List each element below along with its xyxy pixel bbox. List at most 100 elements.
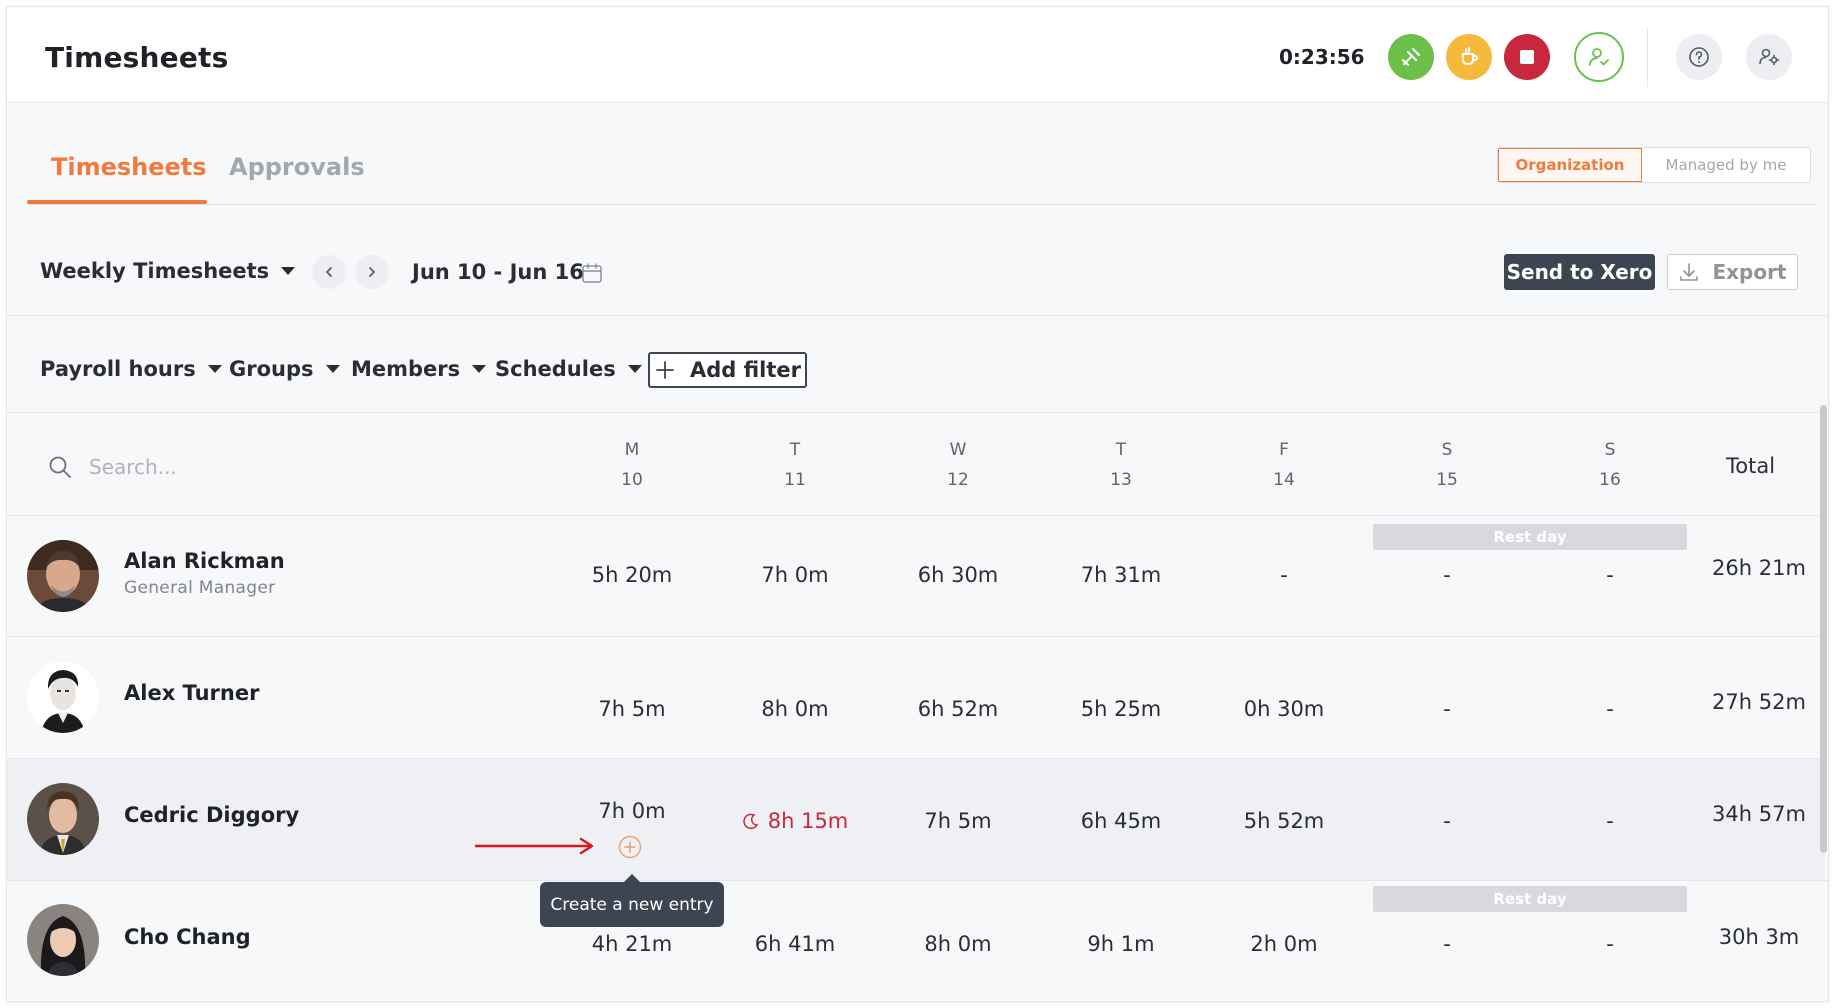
hours-cell[interactable]: 2h 0m bbox=[1204, 932, 1364, 956]
hours-cell[interactable]: 7h 0m bbox=[715, 563, 875, 587]
hours-cell[interactable]: 6h 45m bbox=[1041, 809, 1201, 833]
stop-timer-button[interactable] bbox=[1504, 34, 1550, 80]
send-to-xero-button[interactable]: Send to Xero bbox=[1504, 254, 1655, 290]
rest-day-badge: Rest day bbox=[1373, 886, 1687, 912]
hours-cell[interactable]: 5h 52m bbox=[1204, 809, 1364, 833]
hours-cell[interactable]: 6h 41m bbox=[715, 932, 875, 956]
day-number: 13 bbox=[1110, 470, 1132, 490]
hours-cell[interactable]: 8h 0m bbox=[715, 697, 875, 721]
hours-cell[interactable]: 8h 0m bbox=[878, 932, 1038, 956]
scope-toggle: Organization Managed by me bbox=[1497, 147, 1811, 183]
total-hours: 30h 3m bbox=[1718, 925, 1800, 949]
coffee-cup-icon bbox=[1462, 47, 1478, 65]
employee-name: Alex Turner bbox=[124, 681, 260, 705]
user-settings-icon bbox=[1759, 48, 1780, 66]
organization-toggle[interactable]: Organization bbox=[1498, 148, 1642, 182]
hours-cell[interactable]: 4h 21m bbox=[552, 932, 712, 956]
separator bbox=[7, 412, 1828, 413]
filter-schedules[interactable]: Schedules bbox=[495, 357, 642, 381]
day-number: 16 bbox=[1599, 470, 1621, 490]
day-number: 12 bbox=[947, 470, 969, 490]
hours-cell[interactable]: 6h 30m bbox=[878, 563, 1038, 587]
hours-cell[interactable]: 7h 5m bbox=[878, 809, 1038, 833]
break-button[interactable] bbox=[1446, 34, 1492, 80]
tabs-divider bbox=[27, 204, 1817, 205]
tab-timesheets[interactable]: Timesheets bbox=[51, 153, 207, 181]
employee-name: Cedric Diggory bbox=[124, 803, 300, 827]
day-header-thu: T 13 bbox=[1071, 435, 1171, 495]
table-row[interactable]: Rest day Alan Rickman General Manager 5h… bbox=[7, 516, 1825, 637]
hours-cell[interactable]: - bbox=[1530, 932, 1690, 956]
day-header-sun: S 16 bbox=[1560, 435, 1660, 495]
hours-cell[interactable]: - bbox=[1367, 932, 1527, 956]
search-input[interactable] bbox=[89, 455, 389, 479]
avatar bbox=[27, 540, 99, 612]
hours-cell[interactable]: 7h 31m bbox=[1041, 563, 1201, 587]
add-filter-button[interactable]: Add filter bbox=[648, 352, 807, 388]
employee-name: Alan Rickman bbox=[124, 549, 285, 573]
hours-cell[interactable]: - bbox=[1367, 809, 1527, 833]
filter-label: Payroll hours bbox=[40, 357, 196, 381]
caret-down-icon bbox=[281, 267, 296, 275]
table-row[interactable]: Cedric Diggory 7h 0m 8h 15m 7h 5m 6h 45m… bbox=[7, 759, 1825, 880]
help-button[interactable] bbox=[1676, 34, 1722, 80]
plus-circle-icon bbox=[618, 835, 642, 859]
filter-payroll-hours[interactable]: Payroll hours bbox=[40, 357, 222, 381]
hours-cell[interactable]: - bbox=[1367, 563, 1527, 587]
table-row[interactable]: Alex Turner 7h 5m 8h 0m 6h 52m 5h 25m 0h… bbox=[7, 637, 1825, 758]
vertical-scrollbar[interactable] bbox=[1820, 405, 1827, 853]
day-number: 14 bbox=[1273, 470, 1295, 490]
overtime-moon-icon bbox=[743, 813, 759, 830]
clock-in-icon bbox=[1402, 48, 1420, 66]
employee-role: General Manager bbox=[124, 578, 276, 598]
day-letter: S bbox=[1604, 440, 1616, 460]
avatar bbox=[27, 661, 99, 733]
day-letter: T bbox=[789, 440, 801, 460]
start-timer-button[interactable] bbox=[1388, 34, 1434, 80]
chevron-right-icon bbox=[369, 267, 376, 277]
filter-members[interactable]: Members bbox=[351, 357, 487, 381]
view-selector[interactable]: Weekly Timesheets bbox=[40, 259, 296, 283]
hours-cell[interactable]: - bbox=[1530, 809, 1690, 833]
managed-by-me-toggle[interactable]: Managed by me bbox=[1642, 148, 1810, 182]
next-week-button[interactable] bbox=[355, 255, 389, 289]
app-window: Timesheets 0:23:56 Timesheets Approvals … bbox=[6, 6, 1829, 1002]
total-header: Total bbox=[1726, 454, 1776, 478]
hours-cell[interactable]: - bbox=[1530, 697, 1690, 721]
previous-week-button[interactable] bbox=[312, 255, 346, 289]
hours-cell[interactable]: 7h 5m bbox=[552, 697, 712, 721]
hours-cell[interactable]: 5h 25m bbox=[1041, 697, 1201, 721]
total-hours: 27h 52m bbox=[1712, 690, 1806, 714]
caret-down-icon bbox=[627, 365, 642, 373]
hours-cell[interactable]: - bbox=[1204, 563, 1364, 587]
user-check-icon bbox=[1589, 48, 1609, 66]
calendar-icon bbox=[582, 263, 602, 283]
separator bbox=[7, 315, 1828, 316]
caret-down-icon bbox=[325, 365, 340, 373]
day-letter: M bbox=[624, 440, 640, 460]
filter-groups[interactable]: Groups bbox=[229, 357, 340, 381]
export-button[interactable]: Export bbox=[1667, 254, 1798, 290]
top-bar: Timesheets 0:23:56 bbox=[7, 7, 1828, 103]
create-entry-tooltip: Create a new entry bbox=[540, 874, 724, 927]
hours-cell[interactable]: 5h 20m bbox=[552, 563, 712, 587]
profile-button[interactable] bbox=[1574, 32, 1624, 82]
tab-approvals[interactable]: Approvals bbox=[229, 153, 365, 181]
table-row[interactable]: Rest day Cho Chang 4h 21m 6h 41m 8h 0m 9… bbox=[7, 881, 1825, 1001]
hours-cell[interactable]: 6h 52m bbox=[878, 697, 1038, 721]
hours-cell-flagged[interactable]: 8h 15m bbox=[715, 809, 875, 833]
filter-label: Schedules bbox=[495, 357, 616, 381]
calendar-button[interactable] bbox=[580, 261, 604, 289]
day-letter: F bbox=[1279, 440, 1289, 460]
hours-cell[interactable]: - bbox=[1367, 697, 1527, 721]
day-header-wed: W 12 bbox=[908, 435, 1008, 495]
day-header-sat: S 15 bbox=[1397, 435, 1497, 495]
add-entry-button[interactable] bbox=[617, 834, 643, 864]
hours-cell[interactable]: - bbox=[1530, 563, 1690, 587]
hours-cell[interactable]: 0h 30m bbox=[1204, 697, 1364, 721]
total-hours: 26h 21m bbox=[1712, 556, 1806, 580]
add-filter-label: Add filter bbox=[689, 358, 802, 382]
settings-button[interactable] bbox=[1746, 34, 1792, 80]
hours-cell[interactable]: 7h 0m bbox=[552, 799, 712, 823]
hours-cell[interactable]: 9h 1m bbox=[1041, 932, 1201, 956]
